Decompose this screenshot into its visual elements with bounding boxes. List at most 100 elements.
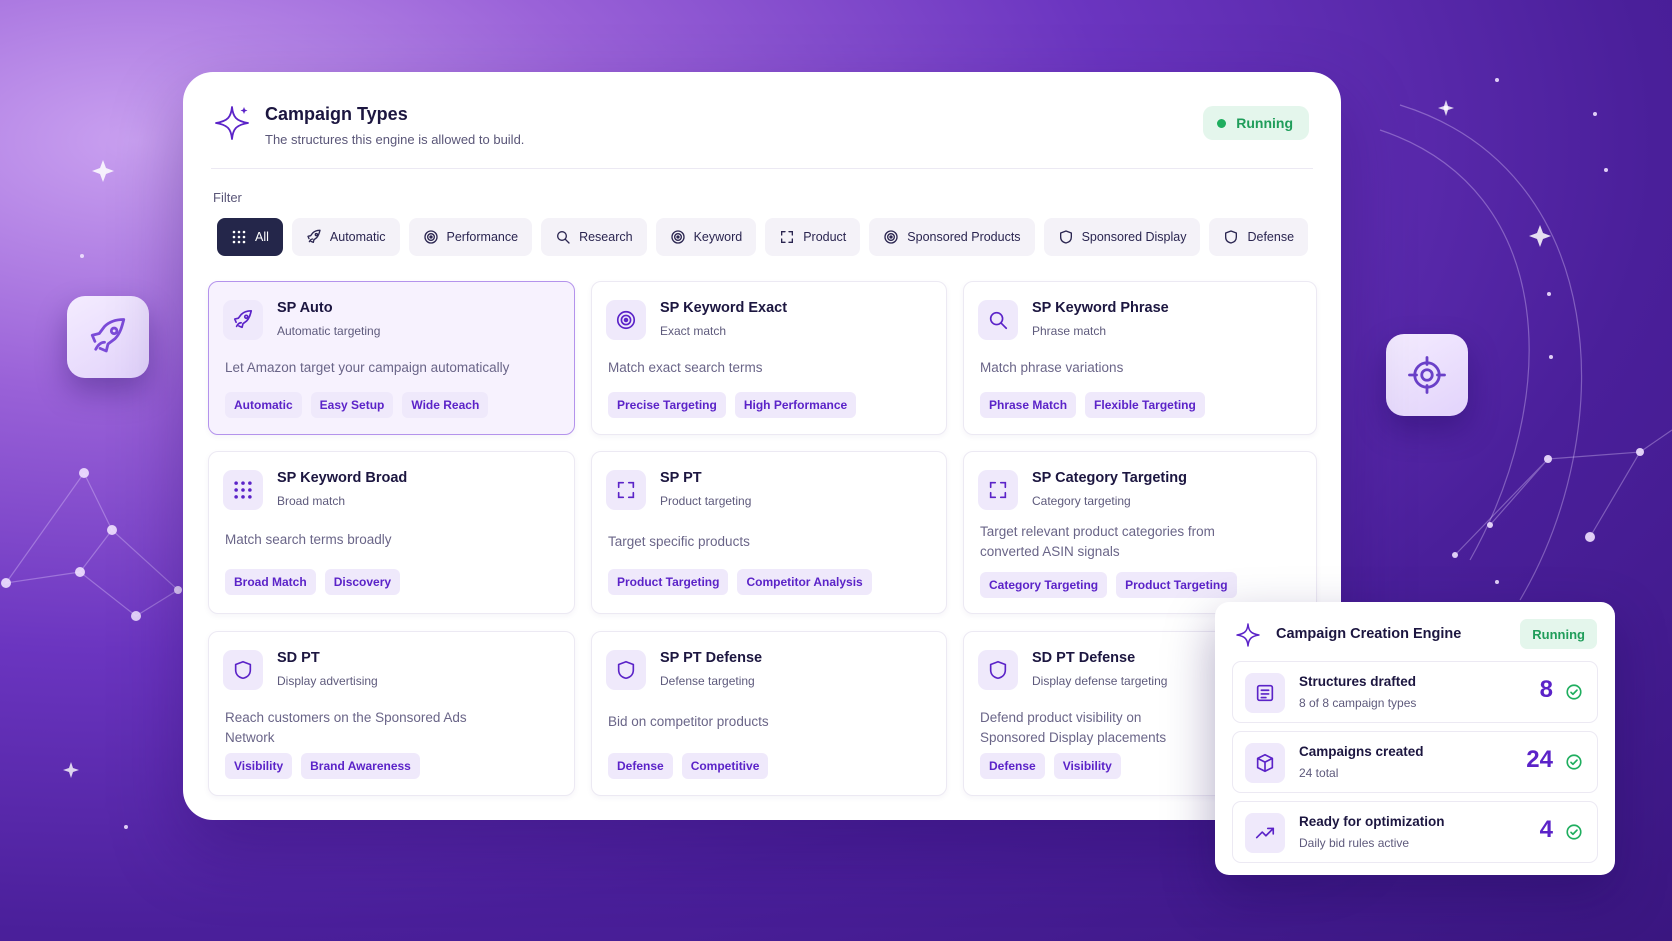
card-title: SP PT Defense <box>660 650 763 666</box>
filter-chip-label: Sponsored Display <box>1081 230 1187 244</box>
grid-icon <box>234 481 252 499</box>
card-title: SP Keyword Broad <box>277 470 408 486</box>
tag: Flexible Targeting <box>1085 392 1205 418</box>
tag: Product Targeting <box>1116 572 1237 598</box>
filter-chip-performance[interactable]: Performance <box>408 218 533 256</box>
stat-campaigns-created: Campaigns created 24 total 24 <box>1232 731 1598 793</box>
shield-icon <box>234 660 252 680</box>
card-description: Match exact search terms <box>608 360 763 375</box>
tag: Discovery <box>324 569 401 595</box>
tag: Product Targeting <box>608 569 729 595</box>
campaign-card-sp-category-targeting[interactable]: SP Category Targeting Category targeting… <box>963 451 1317 614</box>
card-tags: Category Targeting Product Targeting <box>980 572 1237 598</box>
card-tags: Visibility Brand Awareness <box>225 753 420 779</box>
filter-chip-automatic[interactable]: Automatic <box>291 218 400 256</box>
card-title: SD PT <box>277 650 320 666</box>
campaign-card-sp-auto[interactable]: SP Auto Automatic targeting Let Amazon t… <box>208 281 575 435</box>
filter-chip-sponsored-display[interactable]: Sponsored Display <box>1043 218 1201 256</box>
grid-icon <box>232 230 246 244</box>
stat-icon-tile <box>1245 673 1285 713</box>
status-dot-icon <box>1217 118 1227 128</box>
card-icon-tile <box>606 300 646 340</box>
trend-up-icon <box>1255 827 1275 839</box>
tag: Easy Setup <box>310 392 394 418</box>
rocket-icon <box>90 318 126 353</box>
card-tags: Broad Match Discovery <box>225 569 401 595</box>
filter-chip-defense[interactable]: Defense <box>1209 218 1309 256</box>
shield-icon <box>1225 230 1238 244</box>
status-badge: Running <box>1203 106 1309 140</box>
card-subtitle: Display advertising <box>277 674 378 688</box>
stat-value: 24 <box>1526 746 1553 773</box>
document-icon <box>1256 684 1274 702</box>
card-subtitle: Category targeting <box>1032 494 1131 508</box>
campaign-card-sp-pt[interactable]: SP PT Product targeting Target specific … <box>591 451 947 614</box>
tag: Brand Awareness <box>301 753 420 779</box>
card-subtitle: Product targeting <box>660 494 752 508</box>
scan-icon <box>781 231 794 243</box>
sparkle-icon <box>215 106 249 140</box>
filter-chip-label: Sponsored Products <box>907 230 1021 244</box>
rocket-icon <box>307 229 321 243</box>
card-title: SP PT <box>660 470 702 486</box>
stat-ready-for-optimization: Ready for optimization Daily bid rules a… <box>1232 801 1598 863</box>
filter-label: Filter <box>213 190 242 205</box>
tag: Precise Targeting <box>608 392 726 418</box>
card-icon-tile <box>223 470 263 510</box>
filter-chip-research[interactable]: Research <box>541 218 647 256</box>
card-icon-tile <box>978 300 1018 340</box>
tag: Competitive <box>681 753 769 779</box>
campaign-card-sp-keyword-exact[interactable]: SP Keyword Exact Exact match Match exact… <box>591 281 947 435</box>
card-tags: Automatic Easy Setup Wide Reach <box>225 392 489 418</box>
stat-title: Campaigns created <box>1299 744 1424 759</box>
filter-chip-keyword[interactable]: Keyword <box>655 218 757 256</box>
floating-target-tile <box>1386 334 1468 416</box>
stat-icon-tile <box>1245 813 1285 853</box>
search-icon <box>557 231 570 244</box>
campaign-card-sp-pt-defense[interactable]: SP PT Defense Defense targeting Bid on c… <box>591 631 947 796</box>
rocket-icon <box>233 310 253 329</box>
card-icon-tile <box>978 650 1018 690</box>
target-icon <box>884 230 898 244</box>
tag: Phrase Match <box>980 392 1077 418</box>
panel-header: Campaign Types The structures this engin… <box>213 102 1311 162</box>
filter-chip-label: Product <box>803 230 847 244</box>
card-icon-tile <box>978 470 1018 510</box>
card-subtitle: Defense targeting <box>660 674 755 688</box>
tag: Visibility <box>1053 753 1121 779</box>
page-title: Campaign Types <box>265 104 408 124</box>
card-description: Match search terms broadly <box>225 532 392 547</box>
campaign-card-sd-pt[interactable]: SD PT Display advertising Reach customer… <box>208 631 575 796</box>
card-subtitle: Phrase match <box>1032 324 1107 338</box>
card-icon-tile <box>606 470 646 510</box>
campaign-creation-engine-panel: Campaign Creation Engine Running Structu… <box>1215 602 1615 875</box>
card-title: SP Auto <box>277 300 333 316</box>
card-tags: Defense Visibility <box>980 753 1121 779</box>
campaign-card-sp-keyword-broad[interactable]: SP Keyword Broad Broad match Match searc… <box>208 451 575 614</box>
check-circle-icon <box>1566 754 1582 770</box>
stat-title: Structures drafted <box>1299 674 1417 689</box>
card-tags: Precise Targeting High Performance <box>608 392 857 418</box>
card-icon-tile <box>606 650 646 690</box>
filter-chip-product[interactable]: Product <box>765 218 861 256</box>
tag: Visibility <box>225 753 293 779</box>
card-title: SP Category Targeting <box>1032 470 1187 486</box>
card-title: SD PT Defense <box>1032 650 1136 666</box>
card-description: Let Amazon target your campaign automati… <box>225 360 510 375</box>
card-tags: Phrase Match Flexible Targeting <box>980 392 1205 418</box>
card-tags: Product Targeting Competitor Analysis <box>608 569 872 595</box>
floating-rocket-tile <box>67 296 149 378</box>
card-description: Bid on competitor products <box>608 714 769 729</box>
shield-icon <box>1059 230 1072 244</box>
campaign-types-panel: Campaign Types The structures this engin… <box>183 72 1341 820</box>
filter-chip-sponsored-products[interactable]: Sponsored Products <box>869 218 1035 256</box>
card-description: Defend product visibility on Sponsored D… <box>980 710 1167 745</box>
check-circle-icon <box>1566 824 1582 840</box>
filter-chip-label: Defense <box>1247 230 1295 244</box>
tag: Defense <box>980 753 1045 779</box>
campaign-card-sp-keyword-phrase[interactable]: SP Keyword Phrase Phrase match Match phr… <box>963 281 1317 435</box>
engine-title: Campaign Creation Engine <box>1276 626 1462 642</box>
page-subtitle: The structures this engine is allowed to… <box>265 132 525 147</box>
target-icon <box>670 230 685 244</box>
filter-chip-all[interactable]: All <box>217 218 283 256</box>
